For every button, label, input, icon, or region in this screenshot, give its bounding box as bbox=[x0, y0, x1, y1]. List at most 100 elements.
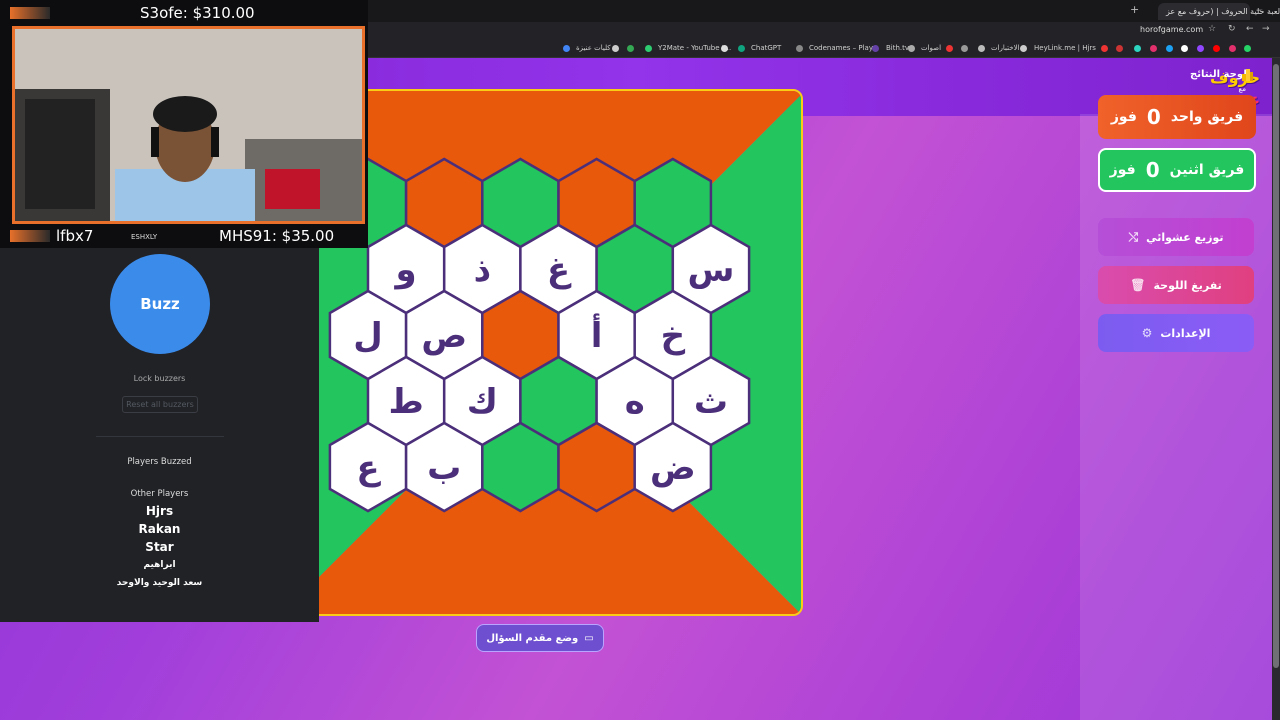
bookmark-favicon-icon bbox=[645, 45, 652, 52]
lock-buzzers-button[interactable]: Lock buzzers bbox=[0, 374, 319, 383]
bookmark-favicon-icon bbox=[961, 45, 968, 52]
team1-name: فريق واحد bbox=[1170, 109, 1244, 125]
bookmark-favicon-icon bbox=[721, 45, 728, 52]
player-name: Hjrs bbox=[145, 504, 174, 518]
bookmark-item[interactable]: ChatGPT bbox=[751, 44, 781, 52]
settings-button[interactable]: الإعدادات ⚙ bbox=[1098, 314, 1254, 352]
team2-name: فريق اثنين bbox=[1169, 162, 1245, 178]
trophy-icon bbox=[1242, 69, 1253, 81]
webcam-feed bbox=[12, 26, 365, 224]
bookmark-favicon-icon bbox=[1116, 45, 1123, 52]
team1-score: 0 bbox=[1146, 105, 1161, 129]
stream-overlay-right bbox=[365, 26, 368, 224]
player-name: Star bbox=[145, 540, 174, 554]
hex-letter: ص bbox=[421, 316, 467, 356]
bookmark-favicon-icon bbox=[563, 45, 570, 52]
reload-icon[interactable]: ↻ bbox=[1228, 24, 1236, 34]
hex-letter: خ bbox=[661, 316, 686, 356]
bookmark-item[interactable]: HeyLink.me | Hjrs bbox=[1034, 44, 1096, 52]
hex-letter: ث bbox=[694, 382, 728, 422]
tab-title: لعبة خلية الحروف | (حروف مع عز... bbox=[1166, 7, 1280, 16]
donation-bottom: MHS91: $35.00 bbox=[219, 227, 335, 245]
stream-brand-badge bbox=[10, 7, 50, 19]
control-sidebar bbox=[1080, 114, 1272, 720]
player-name: سعد الوحيد والاوحد bbox=[116, 578, 203, 588]
hex-letter: ذ bbox=[474, 250, 491, 290]
settings-button-label: الإعدادات bbox=[1160, 326, 1211, 340]
stream-brand-badge bbox=[10, 230, 50, 242]
players-buzzed-title: Players Buzzed bbox=[127, 457, 192, 467]
hex-letter: ط bbox=[388, 382, 423, 422]
player-name: ابراهيم bbox=[143, 560, 176, 570]
buzz-button[interactable]: Buzz bbox=[110, 254, 210, 354]
divider bbox=[96, 436, 224, 437]
bookmark-item[interactable]: كليات عنيزة bbox=[576, 44, 611, 52]
monitor-icon: ▭ bbox=[584, 632, 594, 644]
bookmark-item[interactable]: Codenames – Play... bbox=[809, 44, 879, 52]
whatsapp-icon bbox=[1244, 45, 1251, 52]
other-players-title: Other Players bbox=[130, 489, 189, 499]
minimize-icon[interactable]: – bbox=[1256, 3, 1262, 16]
bookmark-favicon-icon bbox=[872, 45, 879, 52]
hex-letter: ع bbox=[356, 448, 381, 488]
bookmark-item[interactable]: اصوات bbox=[921, 44, 941, 52]
stream-overlay-left bbox=[0, 26, 12, 224]
hex-letter: غ bbox=[547, 250, 572, 290]
hex-letter: و bbox=[394, 250, 417, 290]
recent-follower: lfbx7 bbox=[56, 227, 94, 245]
github-icon[interactable] bbox=[612, 45, 619, 52]
reset-buzzers-button[interactable]: Reset all buzzers bbox=[122, 396, 198, 413]
clear-button-label: تفريغ اللوحة bbox=[1153, 278, 1222, 292]
presenter-mode-button[interactable]: وضع مقدم السؤال ▭ bbox=[476, 624, 604, 652]
new-tab-icon[interactable]: + bbox=[1130, 3, 1139, 16]
bookmark-favicon-icon bbox=[1134, 45, 1141, 52]
cam-label: ESHXLY bbox=[131, 233, 158, 241]
bookmark-favicon-icon bbox=[1166, 45, 1173, 52]
hex-letter: ض bbox=[650, 448, 696, 488]
team2-unit: فوز bbox=[1109, 162, 1136, 178]
bookmark-favicon-icon bbox=[946, 45, 953, 52]
bookmark-item[interactable]: الاختبارات bbox=[991, 44, 1020, 52]
youtube-icon bbox=[1213, 45, 1220, 52]
hex-letter: ب bbox=[427, 448, 461, 488]
bookmark-favicon-icon bbox=[796, 45, 803, 52]
scrollbar-thumb[interactable] bbox=[1273, 64, 1279, 668]
bookmark-favicon-icon bbox=[1229, 45, 1236, 52]
team2-card[interactable]: فريق اثنين 0 فوز bbox=[1098, 148, 1256, 192]
presenter-button-label: وضع مقدم السؤال bbox=[486, 632, 579, 644]
shuffle-icon: ⤭ bbox=[1128, 229, 1139, 244]
team2-score: 0 bbox=[1145, 158, 1160, 182]
hex-letter: ك bbox=[467, 382, 498, 422]
trash-icon: 🗑 bbox=[1130, 278, 1146, 292]
twitch-icon bbox=[1197, 45, 1204, 52]
url-text[interactable]: horofgame.com bbox=[1140, 25, 1203, 34]
hex-letter: ل bbox=[353, 316, 383, 356]
instagram-icon bbox=[1150, 45, 1157, 52]
bookmark-favicon-icon[interactable] bbox=[627, 45, 634, 52]
buzz-label: Buzz bbox=[140, 295, 180, 313]
team1-unit: فوز bbox=[1110, 109, 1137, 125]
chatgpt-icon bbox=[738, 45, 745, 52]
bookmark-favicon-icon bbox=[1020, 45, 1027, 52]
gear-icon: ⚙ bbox=[1141, 326, 1153, 340]
random-button-label: توزيع عشوائي bbox=[1146, 230, 1224, 244]
scoreboard-title: لوحة النتائج bbox=[1190, 69, 1247, 80]
team1-card[interactable]: فريق واحد 0 فوز bbox=[1098, 95, 1256, 139]
browser-tab-active[interactable]: لعبة خلية الحروف | (حروف مع عز... bbox=[1158, 3, 1280, 20]
back-icon[interactable]: ← bbox=[1246, 24, 1254, 34]
x-icon bbox=[1181, 45, 1188, 52]
bookmark-favicon-icon bbox=[978, 45, 985, 52]
hex-letter: س bbox=[687, 250, 734, 290]
bookmark-item[interactable]: Bith.tv bbox=[886, 44, 909, 52]
clear-board-button[interactable]: تفريغ اللوحة 🗑 bbox=[1098, 266, 1254, 304]
other-players-list: Hjrs Rakan Star ابراهيم سعد الوحيد والاو… bbox=[0, 502, 319, 592]
forward-icon[interactable]: → bbox=[1262, 24, 1270, 34]
random-distribute-button[interactable]: توزيع عشوائي ⤭ bbox=[1098, 218, 1254, 256]
player-name: Rakan bbox=[138, 522, 181, 536]
bookmark-star-icon[interactable]: ☆ bbox=[1208, 24, 1216, 34]
donation-top: S3ofe: $310.00 bbox=[140, 4, 255, 22]
hex-letter: ه bbox=[625, 382, 645, 422]
bookmark-favicon-icon bbox=[1101, 45, 1108, 52]
bookmark-favicon-icon bbox=[908, 45, 915, 52]
webcam-image bbox=[15, 29, 362, 221]
